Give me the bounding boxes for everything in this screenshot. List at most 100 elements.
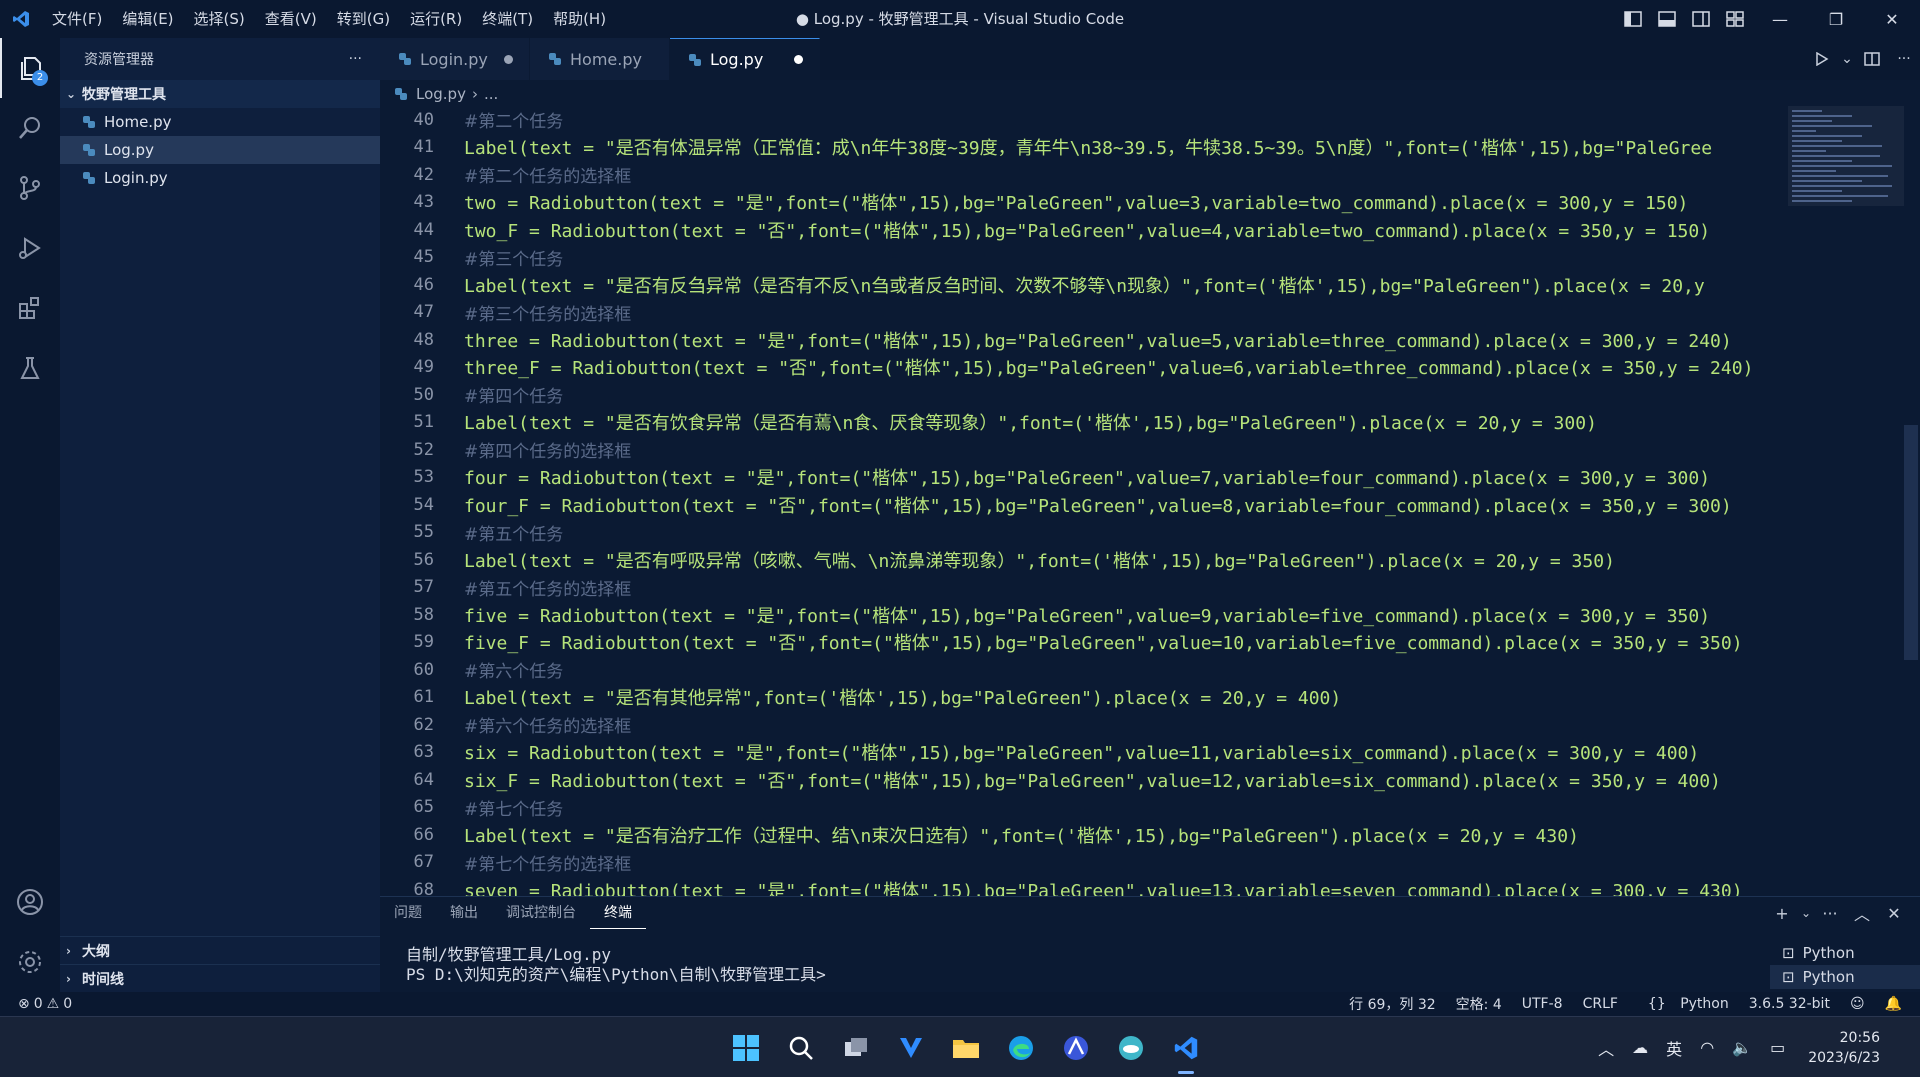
encoding[interactable]: UTF-8 [1512, 996, 1573, 1012]
toggle-sidebar-icon[interactable] [1616, 0, 1650, 38]
menu-help[interactable]: 帮助(H) [543, 0, 616, 38]
file-home[interactable]: Home.py [60, 108, 380, 136]
problems-status[interactable]: ⊗ 0 ⚠ 0 [0, 996, 72, 1012]
restore-button[interactable]: ❐ [1808, 0, 1864, 38]
taskbar-search-icon[interactable] [773, 1017, 828, 1077]
code-line[interactable]: 45 #第三个任务 [380, 244, 1780, 272]
battery-icon[interactable]: ▭ [1761, 1038, 1794, 1057]
code-line[interactable]: 47 #第三个任务的选择框 [380, 299, 1780, 327]
show-hidden-icons-chevron-icon[interactable]: ︿ [1589, 1036, 1623, 1060]
toggle-panel-icon[interactable] [1650, 0, 1684, 38]
menu-terminal[interactable]: 终端(T) [472, 0, 543, 38]
maximize-panel-chevron-up-icon[interactable]: ︿ [1846, 901, 1878, 925]
breadcrumb-symbols[interactable]: ... [484, 85, 498, 103]
code-line[interactable]: 58 five = Radiobutton(text = "是",font=("楷… [380, 601, 1780, 629]
breadcrumb-file[interactable]: Log.py [416, 85, 466, 103]
run-debug-icon[interactable] [0, 218, 60, 278]
code-line[interactable]: 44 two_F = Radiobutton(text = "否",font=("… [380, 216, 1780, 244]
clock[interactable]: 20:56 2023/6/23 [1794, 1028, 1910, 1068]
code-line[interactable]: 60 #第六个任务 [380, 656, 1780, 684]
code-line[interactable]: 50 #第四个任务 [380, 381, 1780, 409]
menu-selection[interactable]: 选择(S) [184, 0, 255, 38]
app-cloud-icon[interactable] [1103, 1017, 1158, 1077]
timeline-section[interactable]: › 时间线 [60, 964, 380, 992]
notifications-bell-icon[interactable]: 🔔 [1875, 996, 1920, 1012]
settings-gear-icon[interactable] [0, 932, 60, 992]
run-python-file-icon[interactable] [1806, 38, 1838, 80]
weather-cloud-icon[interactable]: ☁ [1623, 1038, 1657, 1057]
tab-login[interactable]: Login.py [380, 38, 530, 80]
editor-scrollbar[interactable] [1904, 425, 1918, 660]
python-interpreter[interactable]: 3.6.5 32-bit [1739, 996, 1840, 1012]
code-line[interactable]: 59 five_F = Radiobutton(text = "否",font=(… [380, 629, 1780, 657]
app-a-icon[interactable] [1048, 1017, 1103, 1077]
wifi-icon[interactable]: ◠ [1691, 1038, 1723, 1057]
explorer-icon[interactable]: 2 [0, 38, 60, 98]
code-line[interactable]: 63 six = Radiobutton(text = "是",font=("楷体… [380, 739, 1780, 767]
accounts-icon[interactable] [0, 872, 60, 932]
unsaved-dot-icon[interactable] [794, 55, 803, 64]
end-of-line[interactable]: CRLF [1573, 996, 1628, 1012]
panel-more-icon[interactable]: ··· [1814, 904, 1846, 923]
vscode-taskbar-icon[interactable] [1158, 1017, 1213, 1077]
menu-run[interactable]: 运行(R) [400, 0, 472, 38]
explorer-more-button[interactable]: ··· [349, 51, 362, 67]
run-dropdown-chevron-icon[interactable]: ⌄ [1838, 38, 1856, 80]
cursor-position[interactable]: 行 69，列 32 [1339, 994, 1446, 1014]
close-panel-icon[interactable]: ✕ [1878, 904, 1910, 923]
more-actions-icon[interactable]: ··· [1888, 38, 1920, 80]
tab-home[interactable]: Home.py [530, 38, 670, 80]
code-line[interactable]: 56 Label(text = "是否有呼吸异常（咳嗽、气喘、\n流鼻涕等现象）"… [380, 546, 1780, 574]
code-line[interactable]: 51 Label(text = "是否有饮食异常（是否有蔫\n食、厌食等现象）",… [380, 409, 1780, 437]
code-line[interactable]: 67 #第七个任务的选择框 [380, 849, 1780, 877]
terminal-instance[interactable]: ⊡ Python [1770, 941, 1920, 965]
search-icon[interactable] [0, 98, 60, 158]
customize-layout-icon[interactable] [1718, 0, 1752, 38]
code-editor[interactable]: 40 #第二个任务 41 Label(text = "是否有体温异常（正常值：成\n年… [380, 106, 1780, 896]
tab-problems[interactable]: 问题 [380, 897, 436, 929]
toggle-secondary-sidebar-icon[interactable] [1684, 0, 1718, 38]
source-control-icon[interactable] [0, 158, 60, 218]
terminal-instance[interactable]: ⊡ Python [1770, 965, 1920, 989]
code-line[interactable]: 66 Label(text = "是否有治疗工作（过程中、结\n束次日选有）",f… [380, 821, 1780, 849]
file-log[interactable]: Log.py [60, 136, 380, 164]
code-line[interactable]: 41 Label(text = "是否有体温异常（正常值：成\n年牛38度~39度… [380, 134, 1780, 162]
code-line[interactable]: 54 four_F = Radiobutton(text = "否",font=(… [380, 491, 1780, 519]
tab-debug-console[interactable]: 调试控制台 [492, 897, 590, 929]
minimap[interactable] [1788, 106, 1904, 896]
app-v-icon[interactable] [883, 1017, 938, 1077]
task-view-icon[interactable] [828, 1017, 883, 1077]
code-line[interactable]: 42 #第二个任务的选择框 [380, 161, 1780, 189]
extensions-icon[interactable] [0, 278, 60, 338]
code-line[interactable]: 61 Label(text = "是否有其他异常",font=('楷体',15),… [380, 684, 1780, 712]
split-editor-icon[interactable] [1856, 38, 1888, 80]
close-button[interactable]: ✕ [1864, 0, 1920, 38]
unsaved-dot-icon[interactable] [504, 54, 513, 64]
code-line[interactable]: 40 #第二个任务 [380, 106, 1780, 134]
terminal-dropdown-chevron-icon[interactable]: ⌄ [1798, 906, 1814, 920]
file-explorer-icon[interactable] [938, 1017, 993, 1077]
file-login[interactable]: Login.py [60, 164, 380, 192]
code-line[interactable]: 46 Label(text = "是否有反刍异常（是否有不反\n刍或者反刍时间、次… [380, 271, 1780, 299]
start-windows-icon[interactable] [718, 1017, 773, 1077]
code-line[interactable]: 55 #第五个任务 [380, 519, 1780, 547]
tab-log[interactable]: Log.py [670, 38, 820, 80]
outline-section[interactable]: › 大纲 [60, 936, 380, 964]
code-line[interactable]: 48 three = Radiobutton(text = "是",font=("… [380, 326, 1780, 354]
menu-view[interactable]: 查看(V) [255, 0, 327, 38]
folder-root[interactable]: ⌄ 牧野管理工具 [60, 80, 380, 108]
code-line[interactable]: 49 three_F = Radiobutton(text = "否",font=… [380, 354, 1780, 382]
menu-go[interactable]: 转到(G) [327, 0, 400, 38]
code-line[interactable]: 64 six_F = Radiobutton(text = "否",font=("… [380, 766, 1780, 794]
menu-edit[interactable]: 编辑(E) [112, 0, 183, 38]
terminal-output[interactable]: 自制/牧野管理工具/Log.py PS D:\刘知克的资产\编程\Python\自… [406, 945, 826, 985]
code-line[interactable]: 68 seven = Radiobutton(text = "是",font=("… [380, 876, 1780, 896]
volume-icon[interactable]: 🔈 [1723, 1038, 1761, 1057]
edge-browser-icon[interactable] [993, 1017, 1048, 1077]
code-line[interactable]: 62 #第六个任务的选择框 [380, 711, 1780, 739]
indentation[interactable]: 空格: 4 [1446, 994, 1512, 1014]
feedback-icon[interactable]: ☺ [1840, 996, 1875, 1012]
minimize-button[interactable]: — [1752, 0, 1808, 38]
testing-icon[interactable] [0, 338, 60, 398]
new-terminal-plus-icon[interactable]: + [1766, 904, 1798, 923]
